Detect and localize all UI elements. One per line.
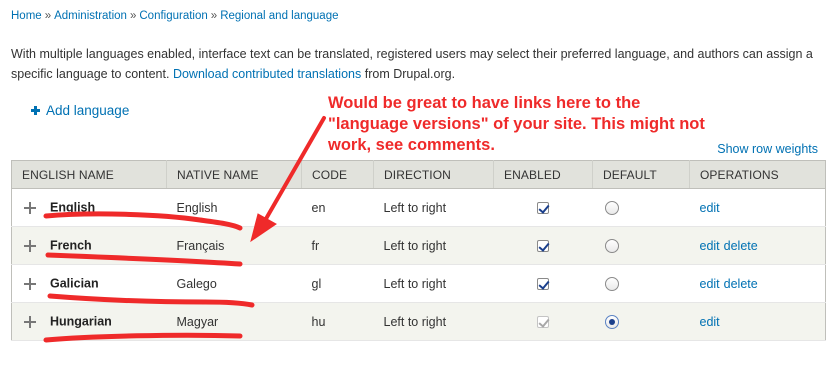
cell-native-name: English xyxy=(166,188,302,227)
drag-handle-icon[interactable] xyxy=(24,277,36,290)
english-name: English xyxy=(50,200,96,215)
breadcrumb-home[interactable]: Home xyxy=(11,10,42,22)
cell-native-name: Français xyxy=(166,226,302,265)
cell-operations: edit delete xyxy=(689,264,826,303)
language-code: hu xyxy=(311,314,326,329)
edit-link[interactable]: edit xyxy=(700,239,720,253)
cell-default xyxy=(592,226,690,265)
delete-link[interactable]: delete xyxy=(724,239,758,253)
cell-code: fr xyxy=(301,226,374,265)
drag-handle-icon[interactable] xyxy=(24,315,36,328)
cell-enabled xyxy=(493,264,593,303)
breadcrumb-separator: » xyxy=(44,10,52,22)
direction: Left to right xyxy=(383,200,447,215)
language-code: fr xyxy=(311,238,320,253)
cell-operations: edit xyxy=(689,188,826,227)
annotation-note: Would be great to have links here to the… xyxy=(328,93,748,156)
column-header-enabled: ENABLED xyxy=(493,160,593,189)
direction: Left to right xyxy=(383,276,447,291)
table-header-row: ENGLISH NAME NATIVE NAME CODE DIRECTION … xyxy=(11,160,826,189)
cell-code: hu xyxy=(301,302,374,341)
language-code: en xyxy=(311,200,326,215)
download-translations-link[interactable]: Download contributed translations xyxy=(173,67,361,81)
add-language-label: Add language xyxy=(46,103,130,118)
enabled-checkbox[interactable] xyxy=(536,202,549,215)
breadcrumb-separator: » xyxy=(210,10,218,22)
cell-default xyxy=(592,264,690,303)
cell-english-name: French xyxy=(11,226,167,265)
english-name: Galician xyxy=(50,276,99,291)
cell-code: en xyxy=(301,188,374,227)
cell-enabled xyxy=(493,226,593,265)
breadcrumb-regional-language[interactable]: Regional and language xyxy=(220,10,338,22)
native-name: Magyar xyxy=(176,314,219,329)
native-name: English xyxy=(176,200,218,215)
cell-native-name: Galego xyxy=(166,264,302,303)
annotation-line: "language versions" of your site. This m… xyxy=(328,115,705,133)
column-header-code: CODE xyxy=(301,160,374,189)
annotation-line: Would be great to have links here to the xyxy=(328,94,641,112)
plus-icon xyxy=(31,106,40,115)
cell-direction: Left to right xyxy=(373,264,494,303)
language-code: gl xyxy=(311,276,322,291)
cell-operations: edit delete xyxy=(689,226,826,265)
languages-table: ENGLISH NAME NATIVE NAME CODE DIRECTION … xyxy=(11,160,826,341)
cell-native-name: Magyar xyxy=(166,302,302,341)
enabled-checkbox xyxy=(536,316,549,329)
direction: Left to right xyxy=(383,314,447,329)
cell-direction: Left to right xyxy=(373,302,494,341)
cell-english-name: Galician xyxy=(11,264,167,303)
enabled-checkbox[interactable] xyxy=(536,240,549,253)
breadcrumb-separator: » xyxy=(129,10,137,22)
cell-direction: Left to right xyxy=(373,188,494,227)
table-row: English English en Left to right edit xyxy=(11,188,826,227)
cell-enabled xyxy=(493,188,593,227)
add-language-button[interactable]: Add language xyxy=(31,103,129,118)
cell-direction: Left to right xyxy=(373,226,494,265)
drag-handle-icon[interactable] xyxy=(24,201,36,214)
default-radio[interactable] xyxy=(604,200,619,215)
cell-default xyxy=(592,188,690,227)
breadcrumb: Home» Administration» Configuration» Region… xyxy=(11,10,338,22)
column-header-direction: DIRECTION xyxy=(373,160,494,189)
annotation-line: work, see comments. xyxy=(328,136,495,154)
table-row: French Français fr Left to right edit delete xyxy=(11,226,826,265)
edit-link[interactable]: edit xyxy=(700,277,720,291)
breadcrumb-configuration[interactable]: Configuration xyxy=(139,10,207,22)
intro-description: With multiple languages enabled, interfa… xyxy=(11,44,831,84)
english-name: Hungarian xyxy=(50,314,112,329)
default-radio[interactable] xyxy=(604,238,619,253)
cell-operations: edit xyxy=(689,302,826,341)
cell-english-name: English xyxy=(11,188,167,227)
intro-after-link: from Drupal.org. xyxy=(364,67,456,81)
native-name: Galego xyxy=(176,276,217,291)
cell-code: gl xyxy=(301,264,374,303)
column-header-operations: OPERATIONS xyxy=(689,160,826,189)
column-header-default: DEFAULT xyxy=(592,160,690,189)
column-header-native-name: NATIVE NAME xyxy=(166,160,302,189)
column-header-english-name: ENGLISH NAME xyxy=(11,160,167,189)
cell-default xyxy=(592,302,690,341)
breadcrumb-administration[interactable]: Administration xyxy=(54,10,127,22)
edit-link[interactable]: edit xyxy=(700,201,720,215)
table-row: Hungarian Magyar hu Left to right edit xyxy=(11,302,826,341)
delete-link[interactable]: delete xyxy=(724,277,758,291)
direction: Left to right xyxy=(383,238,447,253)
enabled-checkbox[interactable] xyxy=(536,278,549,291)
table-row: Galician Galego gl Left to right edit delete xyxy=(11,264,826,303)
cell-english-name: Hungarian xyxy=(11,302,167,341)
english-name: French xyxy=(50,238,92,253)
edit-link[interactable]: edit xyxy=(700,315,720,329)
default-radio[interactable] xyxy=(604,314,619,329)
native-name: Français xyxy=(176,238,225,253)
drag-handle-icon[interactable] xyxy=(24,239,36,252)
cell-enabled xyxy=(493,302,593,341)
default-radio[interactable] xyxy=(604,276,619,291)
